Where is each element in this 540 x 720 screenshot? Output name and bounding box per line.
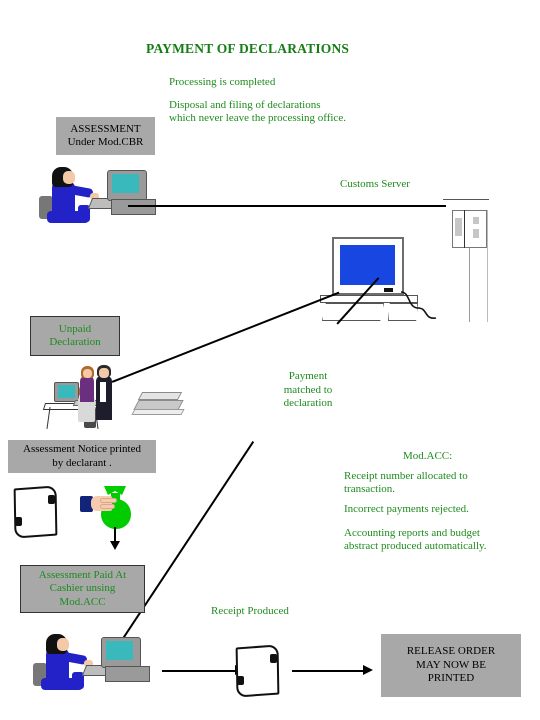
- box-paid-line3: Mod.ACC: [59, 595, 106, 608]
- box-unpaid-line2: Declaration: [49, 336, 101, 348]
- monitor-screen: [340, 245, 395, 285]
- computer-base: [111, 199, 156, 215]
- down-arrow-head: [110, 541, 120, 550]
- server-slot-line: [464, 210, 466, 248]
- box-assessment-notice: Assessment Notice printed by declarant .: [8, 440, 156, 473]
- annotation-customs-server: Customs Server: [340, 178, 410, 190]
- arrow-to-receipt-shaft: [162, 670, 237, 673]
- connector-cashier-to-payment: [107, 441, 254, 662]
- person-at-computer-icon-top: [28, 163, 156, 238]
- printer-tray: [131, 409, 185, 415]
- standing-person-suit-shirt: [100, 382, 106, 402]
- hand-finger-2: [100, 504, 115, 509]
- server-stand-rail: [469, 248, 471, 322]
- standing-person-purple-body: [80, 376, 94, 402]
- desk-leg-left: [46, 407, 51, 429]
- monitor-screen: [106, 641, 133, 660]
- arrow-to-release-head: [363, 665, 373, 675]
- modacc-heading: Mod.ACC:: [403, 450, 453, 462]
- box-release-line3: PRINTED: [427, 672, 475, 685]
- modacc-item-1: Incorrect payments rejected.: [344, 503, 469, 515]
- person-face: [57, 638, 69, 651]
- computer-base: [105, 666, 150, 682]
- group-monitor-screen: [58, 385, 75, 398]
- hand-finger-1: [100, 498, 117, 503]
- box-assessment-line1: ASSESSMENT: [70, 122, 141, 135]
- payment-matched-line1: Payment: [288, 370, 328, 382]
- box-assessment: ASSESSMENT Under Mod.CBR: [56, 117, 155, 155]
- receipt-corner-curl-right: [270, 654, 277, 663]
- printer-icon: [131, 392, 188, 418]
- modacc-item-0: Receipt number allocated to transaction.: [344, 470, 468, 495]
- payment-matched-line2: matched to: [283, 383, 333, 396]
- box-release-line1: RELEASE ORDER: [406, 645, 496, 658]
- box-unpaid-line1: Unpaid: [58, 322, 92, 335]
- money-bag-in-hand-icon: [80, 486, 140, 550]
- cable-squiggle: [400, 291, 437, 319]
- box-unpaid-declaration: Unpaid Declaration: [30, 316, 120, 356]
- document-corner-curl-right: [48, 495, 55, 504]
- box-release-order: RELEASE ORDER MAY NOW BE PRINTED: [381, 634, 521, 697]
- annotation-disposal-line1: Disposal and filing of declarations: [169, 99, 321, 111]
- person-face: [63, 171, 75, 184]
- down-arrow-shaft: [114, 527, 117, 542]
- document-sheet: [13, 485, 58, 539]
- server-panel-bottom: [473, 229, 479, 238]
- receipt-document-icon: [235, 644, 280, 698]
- standing-person-suit-face: [99, 368, 109, 378]
- document-icon: [13, 485, 58, 539]
- page-title: PAYMENT OF DECLARATIONS: [146, 41, 350, 56]
- monitor-led: [384, 288, 393, 292]
- box-assessment-line2: Under Mod.CBR: [67, 136, 144, 148]
- server-top-rail: [443, 199, 489, 201]
- document-corner-curl-left: [15, 517, 22, 526]
- receipt-sheet: [235, 644, 280, 698]
- diagram-canvas: PAYMENT OF DECLARATIONS Processing is co…: [0, 0, 540, 720]
- box-assessment-paid: Assessment Paid At Cashier unsing Mod.AC…: [20, 565, 145, 613]
- server-panel-left: [455, 218, 462, 236]
- receipt-corner-curl-left: [237, 676, 244, 685]
- person-at-computer-icon-bottom: [22, 630, 150, 705]
- box-notice-line1: Assessment Notice printed: [23, 443, 141, 455]
- box-paid-line1: Assessment Paid At: [38, 568, 127, 581]
- server-edge-rail: [487, 210, 489, 322]
- monitor-screen: [112, 174, 139, 193]
- box-paid-line2: Cashier unsing: [49, 582, 116, 595]
- server-tower-icon: [440, 196, 508, 322]
- connector-workstation-to-server: [128, 205, 446, 207]
- box-notice-line2: by declarant .: [52, 456, 112, 469]
- modacc-item-2: Accounting reports and budget abstract p…: [344, 527, 487, 552]
- server-panel-top: [473, 217, 479, 224]
- printer-top: [137, 392, 183, 400]
- annotation-disposal-line2: which never leave the processing office.: [169, 112, 346, 124]
- box-release-line2: MAY NOW BE: [416, 658, 486, 671]
- annotation-processing-completed: Processing is completed: [169, 76, 276, 88]
- arrow-to-release-shaft: [292, 670, 365, 673]
- annotation-receipt-produced: Receipt Produced: [211, 605, 289, 617]
- payment-matched-line3: declaration: [283, 397, 333, 409]
- annotation-payment-matched: Payment matched to declaration: [268, 370, 348, 411]
- standing-person-purple-face: [83, 369, 92, 378]
